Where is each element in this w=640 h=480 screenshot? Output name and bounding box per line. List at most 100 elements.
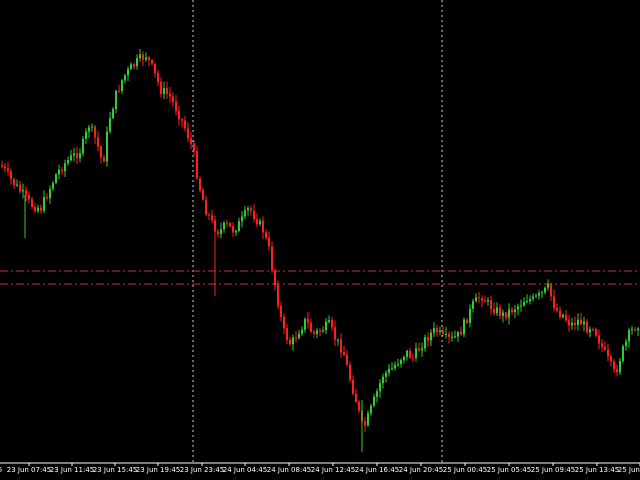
candle-body-35 bbox=[106, 131, 108, 162]
x-tick-label-6: 23 Jun 23:45 bbox=[180, 466, 224, 474]
candle-body-197 bbox=[592, 329, 594, 331]
candle-body-45 bbox=[136, 58, 138, 67]
candle-body-156 bbox=[469, 308, 471, 323]
candle-body-103 bbox=[310, 322, 312, 332]
candle-body-139 bbox=[418, 348, 420, 351]
candle-body-73 bbox=[220, 229, 222, 235]
candle-body-140 bbox=[421, 348, 423, 351]
candle-body-91 bbox=[274, 270, 276, 286]
candle-body-32 bbox=[97, 137, 99, 147]
candle-body-187 bbox=[562, 314, 564, 317]
candle-body-153 bbox=[460, 331, 462, 335]
candle-body-100 bbox=[301, 329, 303, 334]
candle-body-211 bbox=[634, 329, 636, 331]
candle-body-181 bbox=[544, 287, 546, 293]
candle-body-204 bbox=[613, 361, 615, 370]
candle-body-179 bbox=[538, 292, 540, 296]
candle-body-141 bbox=[424, 337, 426, 349]
x-tick-label-4: 23 Jun 15:45 bbox=[93, 466, 137, 474]
candle-body-151 bbox=[454, 336, 456, 338]
candle-body-48 bbox=[145, 57, 147, 60]
candle-body-7 bbox=[22, 190, 24, 192]
candle-body-72 bbox=[217, 231, 219, 235]
candle-body-31 bbox=[94, 126, 96, 138]
candle-body-57 bbox=[172, 96, 174, 102]
candle-body-87 bbox=[262, 220, 264, 233]
candle-body-47 bbox=[142, 54, 144, 60]
candle-body-170 bbox=[511, 309, 513, 312]
candle-body-17 bbox=[52, 182, 54, 189]
candle-body-210 bbox=[631, 329, 633, 331]
candle-body-70 bbox=[211, 215, 213, 221]
candle-body-123 bbox=[370, 405, 372, 414]
candle-body-150 bbox=[451, 336, 453, 338]
candle-body-172 bbox=[517, 306, 519, 310]
candle-body-63 bbox=[190, 138, 192, 144]
candle-body-69 bbox=[208, 214, 210, 216]
candle-body-43 bbox=[130, 64, 132, 70]
candle-body-142 bbox=[427, 337, 429, 341]
candle-body-200 bbox=[601, 343, 603, 347]
candle-body-19 bbox=[58, 169, 60, 175]
candle-body-138 bbox=[415, 348, 417, 358]
candle-body-78 bbox=[235, 231, 237, 233]
candle-body-46 bbox=[139, 54, 141, 59]
candle-body-4 bbox=[13, 179, 15, 186]
candle-body-178 bbox=[535, 295, 537, 297]
candle-body-161 bbox=[484, 300, 486, 302]
candle-body-157 bbox=[472, 301, 474, 309]
candle-body-55 bbox=[166, 88, 168, 94]
candle-body-110 bbox=[331, 320, 333, 328]
candle-body-21 bbox=[64, 163, 66, 171]
candle-body-135 bbox=[406, 350, 408, 357]
candle-body-137 bbox=[412, 357, 414, 359]
candle-body-61 bbox=[184, 120, 186, 129]
candle-body-50 bbox=[151, 60, 153, 64]
candle-body-164 bbox=[493, 309, 495, 314]
candle-body-152 bbox=[457, 331, 459, 337]
candle-body-14 bbox=[43, 197, 45, 211]
candle-body-84 bbox=[253, 210, 255, 220]
candle-body-106 bbox=[319, 330, 321, 332]
candle-body-195 bbox=[586, 321, 588, 333]
x-tick-label-3: 23 Jun 11:45 bbox=[50, 466, 94, 474]
candle-body-127 bbox=[382, 376, 384, 384]
candle-body-162 bbox=[487, 300, 489, 302]
candle-body-96 bbox=[289, 339, 291, 345]
candle-body-166 bbox=[499, 307, 501, 316]
candle-body-147 bbox=[442, 330, 444, 334]
candle-body-182 bbox=[547, 283, 549, 288]
candle-body-189 bbox=[568, 320, 570, 326]
candle-body-124 bbox=[373, 396, 375, 406]
candle-body-62 bbox=[187, 128, 189, 139]
candle-body-165 bbox=[496, 307, 498, 314]
candle-body-188 bbox=[565, 314, 567, 321]
chart-window: 23 Jun 03:4523 Jun 07:4523 Jun 11:4523 J… bbox=[0, 0, 640, 480]
candle-body-184 bbox=[553, 296, 555, 308]
candle-body-0 bbox=[1, 165, 3, 167]
candle-body-58 bbox=[175, 101, 177, 111]
candle-body-125 bbox=[376, 391, 378, 397]
candle-body-194 bbox=[583, 321, 585, 325]
x-tick-label-11: 24 Jun 20:45 bbox=[399, 466, 443, 474]
candle-body-180 bbox=[541, 292, 543, 294]
candle-body-42 bbox=[127, 69, 129, 76]
candle-body-90 bbox=[271, 246, 273, 271]
candle-body-66 bbox=[199, 178, 201, 191]
candle-body-117 bbox=[352, 379, 354, 394]
candle-body-39 bbox=[118, 90, 120, 92]
candle-body-113 bbox=[340, 339, 342, 353]
candle-body-104 bbox=[313, 331, 315, 335]
candle-body-209 bbox=[628, 330, 630, 342]
candle-body-29 bbox=[88, 127, 90, 132]
candle-body-28 bbox=[85, 131, 87, 139]
candle-body-15 bbox=[46, 197, 48, 199]
candle-body-116 bbox=[349, 364, 351, 380]
candle-body-167 bbox=[502, 312, 504, 316]
candle-body-23 bbox=[70, 155, 72, 161]
candle-body-201 bbox=[604, 346, 606, 350]
candle-body-81 bbox=[244, 210, 246, 217]
candle-body-158 bbox=[475, 297, 477, 302]
candle-body-177 bbox=[532, 296, 534, 299]
price-chart[interactable]: 23 Jun 03:4523 Jun 07:4523 Jun 11:4523 J… bbox=[0, 0, 640, 480]
